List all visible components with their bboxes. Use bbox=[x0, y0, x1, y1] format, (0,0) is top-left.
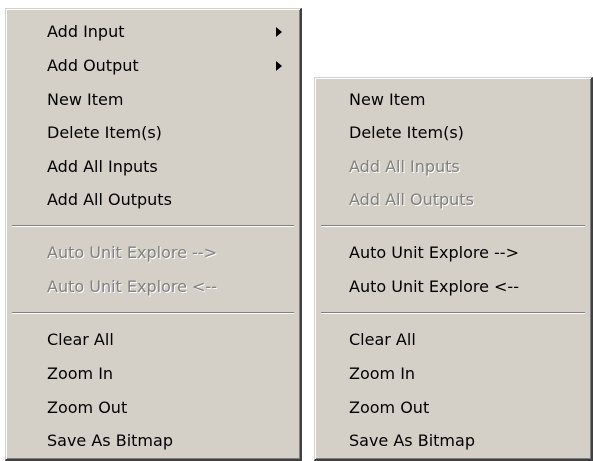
menu-item-label: Zoom Out bbox=[47, 398, 128, 417]
menu-item-label: Add All Outputs bbox=[349, 190, 474, 209]
menu-item-clear-all[interactable]: Clear All bbox=[349, 323, 583, 357]
menu-item-label: New Item bbox=[47, 90, 124, 109]
submenu-arrow-icon bbox=[276, 61, 282, 71]
menu-item-add-all-inputs[interactable]: Add All Inputs bbox=[47, 150, 290, 184]
menu-item-auto-unit-explore-back: Auto Unit Explore <-- bbox=[47, 270, 290, 304]
menu-item-zoom-in[interactable]: Zoom In bbox=[47, 357, 290, 391]
menu-item-save-as-bitmap[interactable]: Save As Bitmap bbox=[47, 424, 290, 458]
menu-item-new-item[interactable]: New Item bbox=[47, 83, 290, 117]
menu-item-label: Save As Bitmap bbox=[349, 431, 475, 450]
menu-item-add-all-outputs[interactable]: Add All Outputs bbox=[47, 183, 290, 217]
menu-item-label: Auto Unit Explore <-- bbox=[349, 277, 519, 296]
menu-item-label: Delete Item(s) bbox=[47, 123, 162, 142]
menu-item-label: Add All Inputs bbox=[349, 157, 460, 176]
menu-item-delete-items[interactable]: Delete Item(s) bbox=[349, 116, 583, 150]
menu-separator bbox=[12, 225, 294, 227]
menu-item-label: New Item bbox=[349, 90, 426, 109]
context-menu-compact: New Item Delete Item(s) Add All Inputs A… bbox=[314, 77, 593, 461]
menu-item-add-all-outputs: Add All Outputs bbox=[349, 183, 583, 217]
menu-item-label: Add Input bbox=[47, 22, 125, 41]
menu-item-label: Auto Unit Explore --> bbox=[349, 243, 519, 262]
menu-item-label: Auto Unit Explore --> bbox=[47, 243, 217, 262]
menu-item-auto-unit-explore-forward[interactable]: Auto Unit Explore --> bbox=[349, 236, 583, 270]
menu-item-label: Delete Item(s) bbox=[349, 123, 464, 142]
menu-item-label: Add All Outputs bbox=[47, 190, 172, 209]
menu-item-label: Clear All bbox=[47, 330, 114, 349]
context-menu-full: Add Input Add Output New Item Delete Ite… bbox=[5, 8, 302, 461]
menu-item-add-input[interactable]: Add Input bbox=[47, 15, 290, 49]
menu-item-auto-unit-explore-forward: Auto Unit Explore --> bbox=[47, 236, 290, 270]
submenu-arrow-icon bbox=[276, 27, 282, 37]
menu-separator bbox=[12, 312, 294, 314]
menu-item-clear-all[interactable]: Clear All bbox=[47, 323, 290, 357]
menu-item-add-all-inputs: Add All Inputs bbox=[349, 150, 583, 184]
menu-item-zoom-in[interactable]: Zoom In bbox=[349, 357, 583, 391]
menu-separator bbox=[321, 312, 585, 314]
menu-item-label: Clear All bbox=[349, 330, 416, 349]
menu-item-new-item[interactable]: New Item bbox=[349, 83, 583, 117]
menu-separator bbox=[321, 225, 585, 227]
menu-item-label: Zoom In bbox=[47, 364, 114, 383]
menu-item-label: Zoom In bbox=[349, 364, 416, 383]
menu-item-label: Add Output bbox=[47, 56, 139, 75]
menu-item-zoom-out[interactable]: Zoom Out bbox=[47, 391, 290, 425]
menu-item-label: Save As Bitmap bbox=[47, 431, 173, 450]
menu-item-delete-items[interactable]: Delete Item(s) bbox=[47, 116, 290, 150]
menu-item-label: Add All Inputs bbox=[47, 157, 158, 176]
menu-item-label: Zoom Out bbox=[349, 398, 430, 417]
menu-item-label: Auto Unit Explore <-- bbox=[47, 277, 217, 296]
menu-item-auto-unit-explore-back[interactable]: Auto Unit Explore <-- bbox=[349, 270, 583, 304]
menu-item-save-as-bitmap[interactable]: Save As Bitmap bbox=[349, 424, 583, 458]
menu-item-add-output[interactable]: Add Output bbox=[47, 49, 290, 83]
menu-item-zoom-out[interactable]: Zoom Out bbox=[349, 391, 583, 425]
